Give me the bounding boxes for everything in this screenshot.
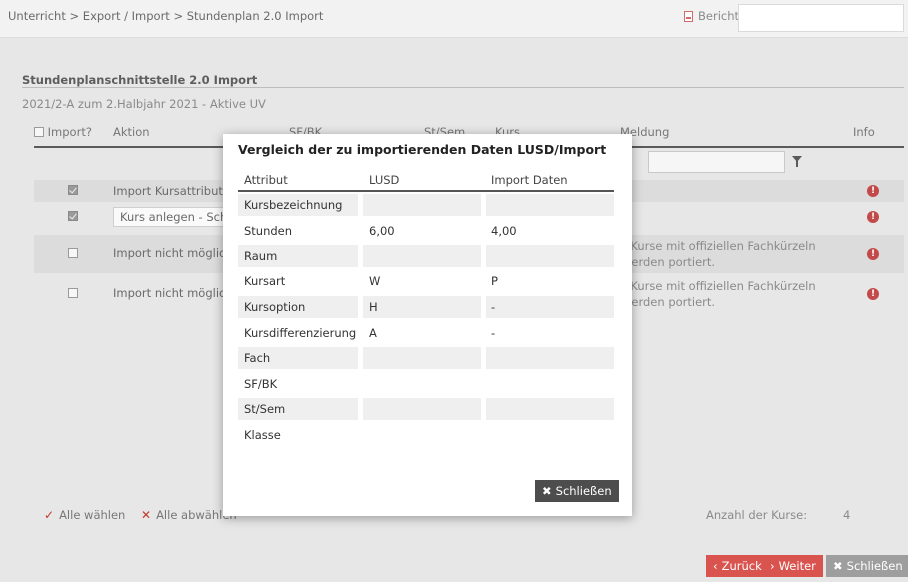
- row-action: Import nicht möglich: [113, 246, 233, 260]
- row-message: r Kurse mit offiziellen Fachkürzeln werd…: [622, 239, 816, 269]
- chevron-right-icon: ›: [770, 559, 775, 573]
- dialog-row: Kursbezeichnung: [238, 194, 614, 216]
- row-action: Import Kursattribute: [113, 184, 230, 198]
- dialog-row: Stunden 6,00 4,00: [244, 224, 517, 238]
- next-button[interactable]: › Weiter: [763, 555, 823, 577]
- report-select[interactable]: [738, 4, 904, 32]
- dialog-header-divider: [238, 190, 614, 192]
- row-checkbox[interactable]: [68, 185, 78, 195]
- close-icon: ✖: [542, 484, 552, 498]
- meldung-filter-input[interactable]: [648, 151, 785, 173]
- page-subtitle: 2021/2-A zum 2.Halbjahr 2021 - Aktive UV: [22, 97, 266, 111]
- cross-icon: ✕: [141, 508, 152, 522]
- report-button[interactable]: Bericht: [684, 9, 739, 23]
- info-icon[interactable]: !: [867, 211, 879, 223]
- row-message: r Kurse mit offiziellen Fachkürzeln werd…: [622, 279, 816, 309]
- dialog-row: Kursoption H -: [238, 296, 614, 318]
- dialog-header-lusd: LUSD: [369, 173, 400, 187]
- dialog-row: Fach: [238, 347, 614, 369]
- row-action: Import nicht möglich: [113, 286, 233, 300]
- select-all-link[interactable]: ✓ Alle wählen: [44, 508, 125, 522]
- column-header-aktion: Aktion: [113, 125, 150, 139]
- dialog-close-button[interactable]: ✖ Schließen: [535, 480, 619, 502]
- info-icon[interactable]: !: [867, 288, 879, 300]
- page-title: Stundenplanschnittstelle 2.0 Import: [22, 73, 258, 87]
- dialog-header-import: Import Daten: [491, 173, 568, 187]
- course-count-label: Anzahl der Kurse:: [706, 508, 808, 522]
- row-checkbox[interactable]: [68, 248, 78, 258]
- info-icon[interactable]: !: [867, 185, 879, 197]
- info-icon[interactable]: !: [867, 248, 879, 260]
- column-header-info: Info: [853, 125, 875, 139]
- row-checkbox[interactable]: [68, 211, 78, 221]
- dialog-row: Kursart W P: [244, 274, 498, 288]
- pdf-icon: [684, 10, 693, 22]
- column-header-import[interactable]: Import?: [34, 125, 92, 139]
- dialog-row: Raum: [238, 245, 614, 267]
- top-bar: Unterricht > Export / Import > Stundenpl…: [0, 0, 908, 38]
- dialog-header-attribut: Attribut: [244, 173, 288, 187]
- title-divider: [22, 87, 904, 88]
- dialog-row: Kursdifferenzierung A -: [244, 326, 496, 340]
- chevron-left-icon: ‹: [713, 559, 718, 573]
- report-label: Bericht: [698, 9, 740, 23]
- comparison-dialog: Vergleich der zu importierenden Daten LU…: [223, 134, 632, 516]
- course-count-value: 4: [843, 508, 851, 522]
- select-all-checkbox[interactable]: [34, 127, 44, 137]
- dialog-row: SF/BK: [244, 377, 278, 391]
- dialog-row: Klasse: [244, 428, 281, 442]
- row-checkbox[interactable]: [68, 288, 78, 298]
- dialog-row: St/Sem: [238, 398, 614, 420]
- close-icon: ✖: [833, 559, 843, 573]
- dialog-title: Vergleich der zu importierenden Daten LU…: [238, 142, 607, 157]
- close-button[interactable]: ✖ Schließen: [826, 555, 908, 577]
- filter-icon[interactable]: [792, 156, 802, 167]
- back-button[interactable]: ‹ Zurück: [706, 555, 769, 577]
- check-icon: ✓: [44, 508, 55, 522]
- breadcrumb[interactable]: Unterricht > Export / Import > Stundenpl…: [8, 9, 323, 23]
